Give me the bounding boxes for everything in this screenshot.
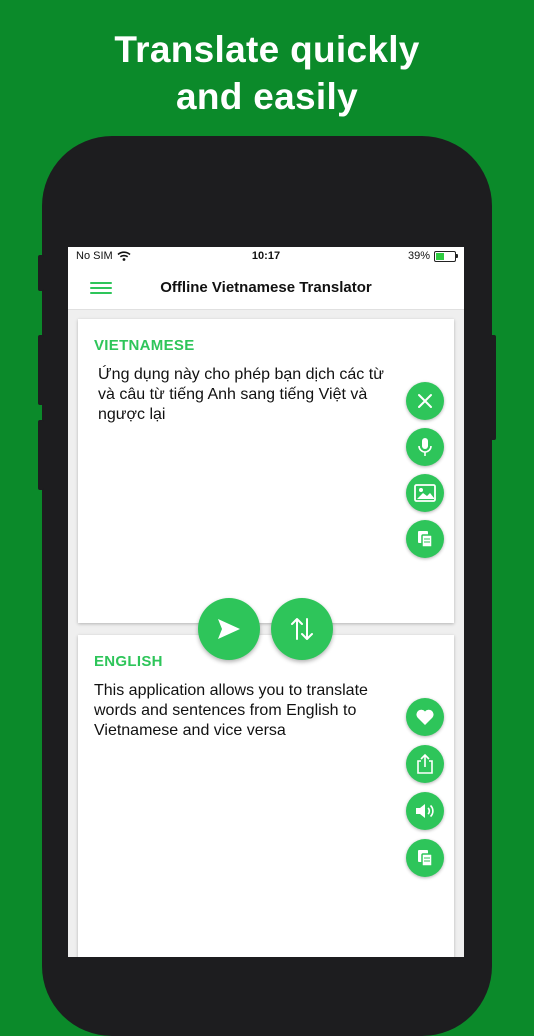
- image-input-button[interactable]: [406, 474, 444, 512]
- source-text-input[interactable]: Ứng dụng này cho phép bạn dịch các từ và…: [98, 365, 398, 425]
- source-language-label[interactable]: VIETNAMESE: [94, 337, 195, 354]
- translation-output: This application allows you to translate…: [94, 682, 368, 739]
- heart-icon: [416, 709, 434, 725]
- promo-headline: Translate quickly and easily: [0, 26, 534, 120]
- share-button[interactable]: [406, 745, 444, 783]
- battery-icon: [434, 250, 458, 262]
- speak-button[interactable]: [406, 792, 444, 830]
- voice-input-button[interactable]: [406, 428, 444, 466]
- send-icon: [218, 619, 240, 639]
- phone-side-button: [38, 255, 44, 291]
- target-language-label[interactable]: ENGLISH: [94, 653, 163, 670]
- copy-button[interactable]: [406, 839, 444, 877]
- paste-button[interactable]: [406, 520, 444, 558]
- promo-line-1: Translate quickly: [114, 29, 420, 70]
- paste-icon: [418, 531, 433, 548]
- app-header: Offline Vietnamese Translator: [68, 267, 464, 310]
- clock: 10:17: [251, 250, 281, 262]
- status-bar: No SIM 10:17 39%: [68, 247, 464, 267]
- page-title: Offline Vietnamese Translator: [160, 279, 372, 296]
- app-screen: No SIM 10:17 39% Offline Vietnamese Tran…: [68, 247, 464, 957]
- target-card: ENGLISH This application allows you to t…: [78, 635, 454, 957]
- translate-button[interactable]: [198, 598, 260, 660]
- share-icon: [417, 753, 433, 774]
- swap-languages-button[interactable]: [271, 598, 333, 660]
- battery-percent: 39%: [407, 250, 430, 262]
- swap-icon: [291, 618, 313, 640]
- microphone-icon: [418, 438, 432, 456]
- clear-button[interactable]: [406, 382, 444, 420]
- phone-side-button: [490, 335, 496, 440]
- copy-icon: [418, 850, 433, 867]
- favorite-button[interactable]: [406, 698, 444, 736]
- image-icon: [414, 484, 436, 502]
- phone-side-button: [38, 420, 44, 490]
- promo-line-2: and easily: [176, 76, 358, 117]
- phone-side-button: [38, 335, 44, 405]
- speaker-icon: [416, 804, 434, 818]
- source-card: VIETNAMESE Ứng dụng này cho phép bạn dịc…: [78, 319, 454, 623]
- close-icon: [418, 394, 432, 408]
